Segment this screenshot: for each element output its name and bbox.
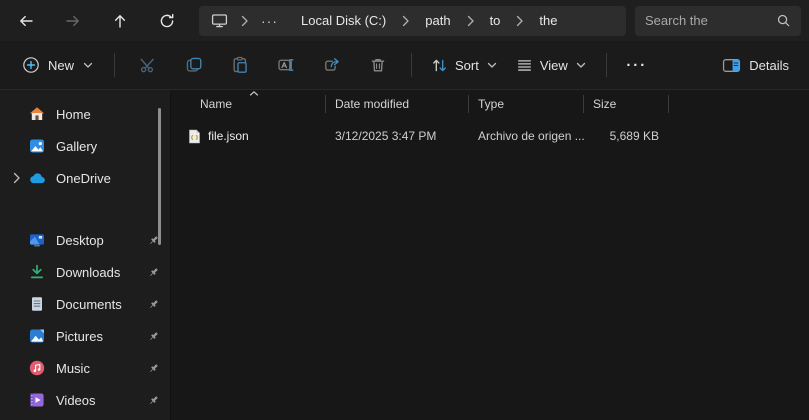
breadcrumb-to[interactable]: to: [487, 12, 504, 29]
file-size: 5,689 KB: [584, 129, 669, 143]
chevron-right-icon: [401, 15, 410, 27]
up-button[interactable]: [100, 4, 140, 38]
search-input[interactable]: [645, 13, 776, 28]
file-name: file.json: [208, 129, 249, 143]
paste-icon: [231, 56, 249, 74]
file-list-pane: Name Date modified Type Size: [171, 90, 809, 420]
file-type: Archivo de origen ...: [469, 129, 584, 143]
arrow-right-icon: [65, 13, 81, 29]
pin-icon: [140, 330, 166, 343]
trash-icon: [369, 56, 387, 74]
sidebar-item-downloads[interactable]: Downloads: [4, 256, 166, 288]
search-box[interactable]: [635, 6, 801, 36]
sidebar-scrollbar-thumb[interactable]: [158, 108, 161, 245]
forward-button[interactable]: [53, 4, 93, 38]
breadcrumb-the[interactable]: the: [536, 12, 560, 29]
toolbar-separator: [411, 53, 412, 77]
arrow-left-icon: [18, 13, 34, 29]
view-list-icon: [516, 57, 533, 74]
sidebar-item-pictures[interactable]: Pictures: [4, 320, 166, 352]
pin-icon: [140, 266, 166, 279]
chevron-down-icon: [486, 59, 498, 71]
pictures-icon: [28, 327, 46, 345]
sidebar-item-videos[interactable]: Videos: [4, 384, 166, 416]
column-header-date-modified[interactable]: Date modified: [326, 90, 469, 118]
json-file-icon: [188, 129, 201, 144]
details-pane-icon: [722, 57, 741, 74]
navigation-pane: Home Gallery OneDrive: [0, 90, 171, 420]
sidebar-item-desktop[interactable]: Desktop: [4, 224, 166, 256]
share-button[interactable]: [309, 47, 355, 83]
sidebar-item-documents[interactable]: Documents: [4, 288, 166, 320]
cut-button[interactable]: [125, 47, 171, 83]
sidebar-item-onedrive[interactable]: OneDrive: [4, 162, 166, 194]
documents-icon: [28, 295, 46, 313]
back-button[interactable]: [6, 4, 46, 38]
arrow-up-icon: [112, 13, 128, 29]
sidebar-item-music[interactable]: Music: [4, 352, 166, 384]
home-icon: [28, 105, 46, 123]
sort-icon: [431, 57, 448, 74]
desktop-icon: [28, 231, 46, 249]
copy-icon: [185, 56, 203, 74]
window-body: Home Gallery OneDrive: [0, 90, 809, 420]
view-button[interactable]: View: [507, 47, 596, 83]
chevron-right-icon: [515, 15, 524, 27]
music-icon: [28, 359, 46, 377]
pin-icon: [140, 298, 166, 311]
chevron-down-icon: [575, 59, 587, 71]
column-header-type[interactable]: Type: [469, 90, 584, 118]
copy-button[interactable]: [171, 47, 217, 83]
breadcrumb-local-disk[interactable]: Local Disk (C:): [298, 12, 389, 29]
rename-icon: [277, 56, 295, 74]
sidebar-item-home[interactable]: Home: [4, 98, 166, 130]
paste-button[interactable]: [217, 47, 263, 83]
plus-circle-icon: [22, 56, 40, 74]
table-row[interactable]: file.json 3/12/2025 3:47 PM Archivo de o…: [171, 122, 809, 150]
chevron-down-icon: [82, 59, 94, 71]
more-options-button[interactable]: ···: [617, 47, 657, 83]
refresh-button[interactable]: [147, 4, 187, 38]
toolbar-separator: [114, 53, 115, 77]
collapsed-path-button[interactable]: ···: [261, 13, 278, 29]
sidebar-item-gallery[interactable]: Gallery: [4, 130, 166, 162]
this-pc-icon: [211, 12, 228, 29]
sort-button[interactable]: Sort: [422, 47, 507, 83]
videos-icon: [28, 391, 46, 409]
chevron-expand-icon[interactable]: [4, 172, 28, 184]
sort-ascending-icon: [249, 90, 259, 97]
pin-icon: [140, 234, 166, 247]
toolbar-separator: [606, 53, 607, 77]
new-button[interactable]: New: [12, 47, 104, 83]
column-header-row: Name Date modified Type Size: [171, 90, 809, 118]
share-icon: [323, 56, 341, 74]
pin-icon: [140, 394, 166, 407]
gallery-icon: [28, 137, 46, 155]
breadcrumb-path[interactable]: path: [422, 12, 453, 29]
downloads-icon: [28, 263, 46, 281]
command-bar: New: [0, 41, 809, 90]
file-date-modified: 3/12/2025 3:47 PM: [326, 129, 469, 143]
address-bar[interactable]: ··· Local Disk (C:) path to the: [199, 6, 626, 36]
scissors-icon: [139, 56, 157, 74]
column-header-size[interactable]: Size: [584, 90, 669, 118]
chevron-right-icon: [466, 15, 475, 27]
chevron-right-icon: [240, 15, 249, 27]
onedrive-icon: [28, 169, 46, 187]
search-icon: [776, 13, 791, 28]
file-explorer-window: ··· Local Disk (C:) path to the: [0, 0, 809, 420]
rename-button[interactable]: [263, 47, 309, 83]
refresh-icon: [159, 13, 175, 29]
delete-button[interactable]: [355, 47, 401, 83]
navigation-bar: ··· Local Disk (C:) path to the: [0, 0, 809, 41]
sidebar-group-gap: [0, 194, 170, 224]
column-header-name[interactable]: Name: [171, 90, 326, 118]
details-pane-button[interactable]: Details: [716, 47, 795, 83]
pin-icon: [140, 362, 166, 375]
